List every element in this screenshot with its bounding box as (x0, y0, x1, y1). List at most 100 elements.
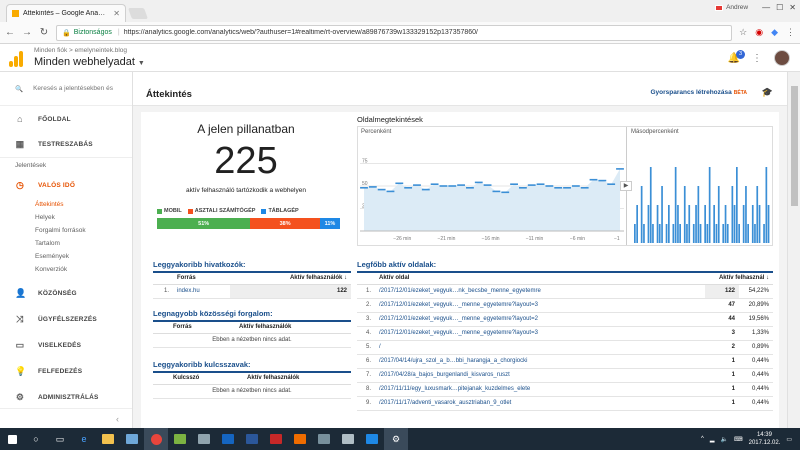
sidebar-item-customization[interactable]: ▦ TESTRESZABÁS (0, 132, 132, 158)
report-search[interactable]: 🔍 Keresés a jelentésekben és (0, 72, 132, 106)
sidebar-item-admin[interactable]: ⚙ ADMINISZTRÁLÁS (0, 384, 132, 410)
keyboard-icon[interactable]: ⌨ (734, 436, 743, 443)
page-link[interactable]: /2017/12/01/ezeket_vegyuk…nk_becsbe_menn… (375, 284, 705, 299)
page-link[interactable]: / (375, 340, 705, 355)
extension-icon[interactable]: ◉ (755, 27, 763, 38)
sidebar-item-audience[interactable]: 👤 KÖZÖNSÉG (0, 280, 132, 306)
table-row: 7./2017/04/28/a_bajos_burgenlandi_kisvar… (357, 368, 773, 383)
search-icon: 🔍 (15, 85, 24, 93)
per-second-bar (672, 224, 675, 243)
notifications-button[interactable]: 🔔 3 (728, 49, 745, 64)
avatar[interactable] (774, 50, 790, 66)
edge-icon[interactable]: e (72, 428, 96, 450)
back-icon[interactable]: ← (5, 27, 15, 38)
app-icon-3[interactable] (216, 428, 240, 450)
active-pages-table: Aktív oldal Aktív felhasznál ↓ 1./2017/1… (357, 271, 773, 411)
table-header-source[interactable]: Forrás (153, 321, 236, 334)
task-view-icon[interactable]: ▭ (48, 428, 72, 450)
table-header-users[interactable]: Aktív felhasználók (235, 321, 351, 334)
sidebar-sub-locations[interactable]: Helyek (0, 211, 132, 224)
behavior-icon: ▭ (15, 339, 25, 350)
search-icon[interactable]: ○ (24, 428, 48, 450)
graduation-cap-icon[interactable]: 🎓 (762, 87, 773, 98)
breadcrumb[interactable]: Minden fiók > emelyneintek.blog (34, 47, 127, 54)
reload-icon[interactable]: ↻ (39, 27, 49, 38)
device-pct: 38% (279, 220, 291, 227)
page-link[interactable]: /2017/12/01/ezeket_vegyuk…_menne_egyetem… (375, 326, 705, 341)
sidebar-sub-overview[interactable]: Áttekintés (0, 198, 132, 211)
per-second-bar (756, 186, 759, 243)
sidebar-item-home[interactable]: ⌂ FŐOLDAL (0, 106, 132, 132)
sidebar-item-realtime[interactable]: ◷ VALÓS IDŐ (0, 172, 132, 198)
app-icon[interactable] (168, 428, 192, 450)
chrome-taskbar-icon[interactable] (144, 428, 168, 450)
explorer-icon[interactable] (96, 428, 120, 450)
page-link[interactable]: /2017/11/11/egy_luxusmark…pitejanak_kuzd… (375, 382, 705, 397)
device-segment-tablet: 11% (319, 218, 340, 229)
sidebar-item-behavior[interactable]: ▭ VISELKEDÉS (0, 332, 132, 358)
sidebar-item-label: TESTRESZABÁS (38, 141, 93, 148)
page-link[interactable]: /2017/11/17/adventi_vasarok_ausztriaban_… (375, 396, 705, 411)
windows-start-icon[interactable] (0, 428, 24, 450)
search-input[interactable]: Keresés a jelentésekben és (33, 85, 113, 92)
collapse-sidebar-button[interactable]: ‹ (0, 408, 132, 428)
active-users-count: 225 (214, 140, 278, 182)
volume-icon[interactable]: 🔈 (720, 436, 727, 443)
create-shortcut-link[interactable]: Gyorsparancs létrehozása BÉTA (650, 89, 747, 96)
sidebar-sub-events[interactable]: Események (0, 250, 132, 263)
per-second-bar (726, 224, 729, 243)
chevron-down-icon: ▼ (137, 60, 145, 67)
word-icon[interactable] (240, 428, 264, 450)
lightbulb-icon: 💡 (15, 365, 27, 376)
page-link[interactable]: /2017/04/28/a_bajos_burgenlandi_kisvaros… (375, 368, 705, 383)
mail-icon[interactable] (336, 428, 360, 450)
extension-icon-2[interactable]: ◆ (771, 27, 778, 38)
table-header-source[interactable]: Forrás (173, 272, 231, 285)
referrer-link[interactable]: index.hu (173, 284, 231, 299)
address-bar[interactable]: 🔒 Biztonságos | https://analytics.google… (56, 24, 733, 41)
network-icon[interactable]: ▂ (710, 436, 715, 443)
page-link[interactable]: /2017/12/01/ezeket_vegyuk…_menne_egyetem… (375, 298, 705, 313)
table-header-users[interactable]: Aktív felhasznál ↓ (705, 272, 773, 285)
maximize-icon[interactable]: ☐ (776, 3, 783, 12)
more-options-icon[interactable]: ⋮ (752, 53, 762, 64)
browser-tab[interactable]: Áttekintés – Google Ana… ✕ (6, 4, 126, 22)
row-users: 1 (705, 368, 739, 383)
minimize-icon[interactable]: — (762, 3, 770, 12)
sidebar-sub-content[interactable]: Tartalom (0, 237, 132, 250)
scrollbar-thumb[interactable] (791, 86, 798, 206)
tray-chevron-icon[interactable]: ^ (701, 436, 704, 442)
close-window-icon[interactable]: ✕ (789, 3, 796, 12)
app-icon-5[interactable] (288, 428, 312, 450)
sidebar-sub-traffic-sources[interactable]: Forgalmi források (0, 224, 132, 237)
table-header-users[interactable]: Aktív felhasználók ↓ (230, 272, 351, 285)
account-selector[interactable]: Minden webhelyadat ▼ (34, 56, 145, 68)
browser-titlebar: Áttekintés – Google Ana… ✕ Andrew — ☐ ✕ (0, 0, 800, 22)
sidebar-item-acquisition[interactable]: ⤨ ÜGYFÉLSZERZÉS (0, 306, 132, 332)
page-link[interactable]: /2017/12/01/ezeket_vegyuk…_menne_egyetem… (375, 312, 705, 327)
sidebar-sub-conversions[interactable]: Konverziók (0, 263, 132, 276)
profile-button[interactable]: Andrew (715, 4, 748, 11)
chrome-menu-icon[interactable]: ⋮ (786, 27, 795, 38)
analytics-logo-icon[interactable] (9, 51, 23, 67)
store-icon[interactable] (120, 428, 144, 450)
calculator-icon[interactable] (312, 428, 336, 450)
forward-icon[interactable]: → (22, 27, 32, 38)
dashboard-icon: ▦ (15, 139, 25, 149)
clock[interactable]: 14:39 2017.12.02. (749, 431, 781, 447)
row-index: 2. (357, 298, 375, 313)
close-tab-icon[interactable]: ✕ (113, 9, 120, 18)
table-header-page[interactable]: Aktív oldal (375, 272, 705, 285)
app-icon-2[interactable] (192, 428, 216, 450)
page-scrollbar[interactable] (787, 72, 800, 428)
table-header-users[interactable]: Aktív felhasználók (243, 372, 351, 385)
table-header-keyword[interactable]: Kulcsszó (153, 372, 244, 385)
new-tab-button[interactable] (127, 8, 149, 19)
action-center-icon[interactable]: ▭ (786, 436, 792, 443)
settings-icon[interactable]: ⚙ (384, 428, 408, 450)
sidebar-item-discover[interactable]: 💡 FELFEDEZÉS (0, 358, 132, 384)
page-link[interactable]: /2017/04/14/ujra_szol_a_b…bbi_harangja_a… (375, 354, 705, 369)
app-icon-6[interactable] (360, 428, 384, 450)
bookmark-star-icon[interactable]: ☆ (739, 27, 747, 38)
app-icon-4[interactable] (264, 428, 288, 450)
